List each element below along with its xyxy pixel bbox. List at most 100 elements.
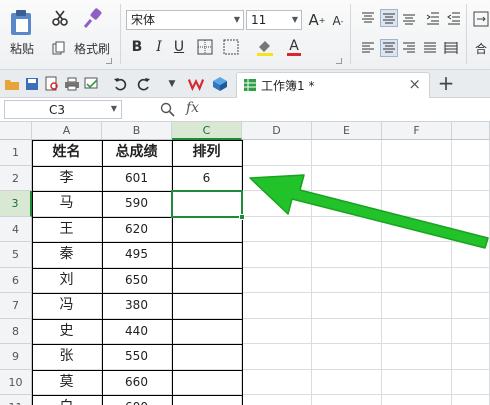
row-header-7[interactable]: 7	[0, 293, 32, 319]
table-cell[interactable]	[382, 216, 452, 242]
row-header-8[interactable]: 8	[0, 318, 32, 344]
save-icon[interactable]	[24, 76, 40, 92]
table-cell[interactable]	[382, 293, 452, 319]
table-cell[interactable]	[452, 216, 490, 242]
table-cell[interactable]	[312, 165, 382, 191]
table-cell[interactable]	[382, 165, 452, 191]
row-header-1[interactable]: 1	[0, 140, 32, 166]
table-cell[interactable]	[382, 140, 452, 166]
print-icon[interactable]	[64, 76, 80, 92]
table-cell[interactable]	[242, 191, 312, 217]
table-cell[interactable]	[452, 242, 490, 268]
table-cell[interactable]	[172, 293, 242, 319]
table-cell[interactable]	[172, 216, 242, 242]
table-cell[interactable]: 王	[32, 216, 102, 242]
merge-icon[interactable]	[472, 10, 490, 28]
column-header-a[interactable]: A	[32, 122, 102, 140]
row-header-9[interactable]: 9	[0, 344, 32, 370]
close-icon[interactable]: ×	[408, 75, 421, 93]
row-header-4[interactable]: 4	[0, 216, 32, 242]
table-cell[interactable]	[312, 140, 382, 166]
table-cell[interactable]: 600	[102, 395, 172, 405]
font-size-dropdown[interactable]: 11 ▼	[246, 10, 302, 30]
distributed-icon[interactable]	[443, 40, 459, 56]
table-cell[interactable]: 380	[102, 293, 172, 319]
table-cell[interactable]: 秦	[32, 242, 102, 268]
paste-button-label[interactable]: 粘贴	[4, 40, 40, 56]
wps-logo-icon[interactable]	[188, 76, 204, 92]
customize-dropdown-icon[interactable]: ▼	[164, 76, 180, 92]
table-cell[interactable]: 李	[32, 165, 102, 191]
open-folder-icon[interactable]	[4, 76, 20, 92]
format-painter-label[interactable]: 格式刷	[70, 40, 114, 56]
table-cell[interactable]: 莫	[32, 369, 102, 395]
paste-icon[interactable]	[6, 8, 36, 36]
table-cell[interactable]: 550	[102, 344, 172, 370]
spell-check-icon[interactable]	[84, 76, 100, 92]
table-cell[interactable]: 650	[102, 267, 172, 293]
fill-color-icon[interactable]	[254, 36, 276, 58]
undo-icon[interactable]	[112, 76, 128, 92]
table-cell[interactable]	[312, 344, 382, 370]
font-color-button[interactable]: A	[284, 36, 304, 58]
border-icon[interactable]	[194, 38, 216, 56]
table-cell[interactable]	[382, 191, 452, 217]
align-top-icon[interactable]	[360, 10, 376, 26]
table-cell[interactable]	[382, 395, 452, 405]
cloud-cube-icon[interactable]	[212, 76, 228, 92]
align-center-icon[interactable]	[380, 39, 398, 57]
redo-icon[interactable]	[136, 76, 152, 92]
table-cell[interactable]: 660	[102, 369, 172, 395]
table-cell[interactable]: 姓名	[32, 140, 102, 166]
zoom-function-icon[interactable]	[160, 102, 176, 118]
name-box[interactable]: C3 ▼	[4, 100, 122, 119]
table-cell[interactable]	[242, 395, 312, 405]
decrease-indent-icon[interactable]	[425, 10, 441, 26]
underline-button[interactable]: U	[170, 38, 188, 56]
align-middle-icon[interactable]	[380, 9, 398, 27]
table-cell[interactable]	[172, 242, 242, 268]
table-cell[interactable]	[312, 216, 382, 242]
document-tab[interactable]: 工作簿1 * ×	[236, 72, 430, 98]
table-cell[interactable]: 冯	[32, 293, 102, 319]
row-header-6[interactable]: 6	[0, 267, 32, 293]
clipboard-group-launcher[interactable]	[106, 58, 112, 64]
cut-icon[interactable]	[50, 8, 70, 28]
row-header-5[interactable]: 5	[0, 242, 32, 268]
table-cell[interactable]: 620	[102, 216, 172, 242]
table-cell[interactable]	[312, 318, 382, 344]
table-cell[interactable]	[242, 293, 312, 319]
table-cell[interactable]	[452, 369, 490, 395]
select-all-corner[interactable]	[0, 122, 32, 140]
table-cell[interactable]: 总成绩	[102, 140, 172, 166]
table-cell[interactable]	[452, 267, 490, 293]
table-cell[interactable]	[382, 318, 452, 344]
table-cell[interactable]: 590	[102, 191, 172, 217]
table-cell[interactable]	[312, 293, 382, 319]
merge-button-label[interactable]: 合	[472, 40, 490, 56]
table-cell[interactable]	[172, 369, 242, 395]
table-cell[interactable]	[312, 242, 382, 268]
column-header-f[interactable]: F	[382, 122, 452, 140]
table-cell[interactable]	[242, 140, 312, 166]
table-cell[interactable]: 张	[32, 344, 102, 370]
table-cell[interactable]	[382, 267, 452, 293]
column-header-e[interactable]: E	[312, 122, 382, 140]
table-cell[interactable]	[172, 344, 242, 370]
fill-handle[interactable]	[239, 213, 245, 220]
table-cell[interactable]	[312, 267, 382, 293]
row-header-10[interactable]: 10	[0, 369, 32, 395]
table-cell[interactable]: 440	[102, 318, 172, 344]
row-header-2[interactable]: 2	[0, 165, 32, 191]
table-cell[interactable]	[242, 267, 312, 293]
table-cell[interactable]	[382, 242, 452, 268]
table-cell[interactable]: 601	[102, 165, 172, 191]
increase-indent-icon[interactable]	[446, 10, 462, 26]
table-cell[interactable]	[312, 395, 382, 405]
column-header-c[interactable]: C	[172, 122, 242, 140]
table-cell[interactable]	[242, 242, 312, 268]
shrink-font-button[interactable]: A-	[328, 12, 348, 30]
table-cell[interactable]	[242, 344, 312, 370]
table-cell[interactable]	[382, 369, 452, 395]
cell-style-icon[interactable]	[220, 38, 242, 56]
